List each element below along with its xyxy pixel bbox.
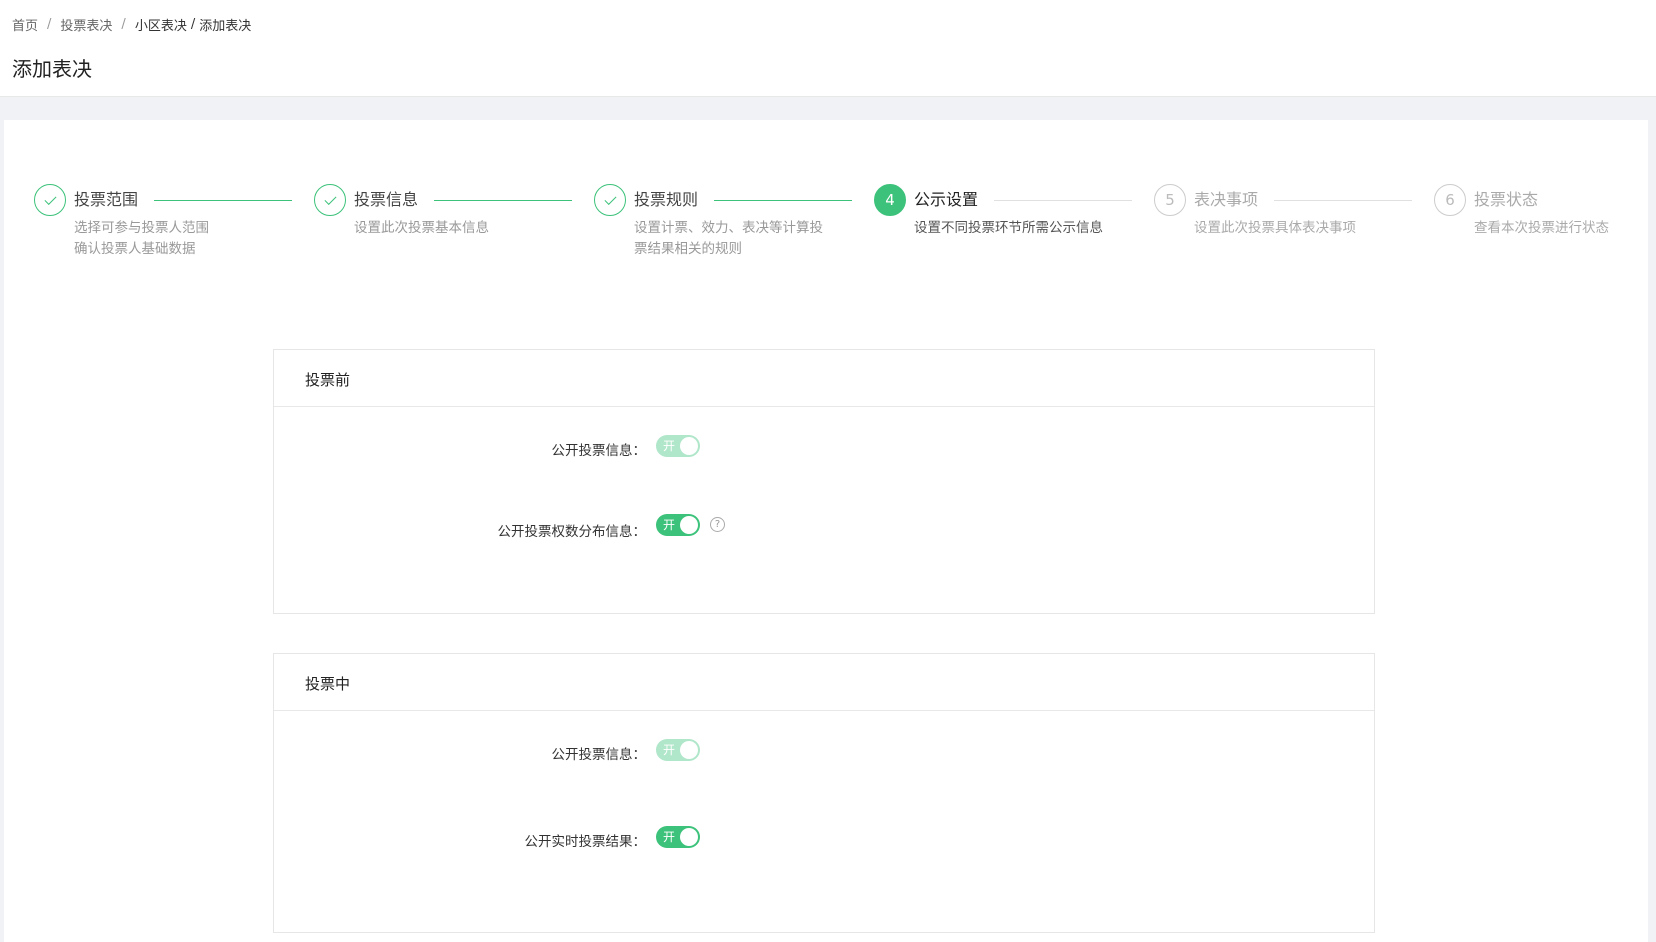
- page-header: 首页 / 投票表决 / 小区表决 / 添加表决 添加表决: [0, 0, 1656, 97]
- step-connector: [1274, 200, 1412, 201]
- step-number-icon: 4: [874, 184, 906, 216]
- form-label: 公开投票权数分布信息：: [497, 524, 647, 540]
- form-label: 公开投票信息：: [551, 443, 647, 459]
- form-row-public-vote-info: 公开投票信息： 开: [274, 737, 1374, 765]
- form-label: 公开投票信息：: [551, 747, 647, 763]
- step-connector: [994, 200, 1132, 201]
- step-description: 设置此次投票具体表决事项: [1194, 220, 1356, 236]
- step-description: 设置此次投票基本信息: [354, 220, 489, 236]
- step-description: 设置不同投票环节所需公示信息: [914, 220, 1103, 236]
- check-icon: [314, 184, 346, 216]
- section-before-voting: 投票前 公开投票信息： 开 公开投票权数分布信息： 开 ?: [273, 349, 1375, 614]
- breadcrumb-separator: /: [47, 17, 52, 32]
- step-description: 查看本次投票进行状态: [1474, 220, 1609, 236]
- form-row-vote-weight-distribution: 公开投票权数分布信息： 开 ?: [274, 512, 1374, 540]
- switch-text: 开: [663, 743, 676, 757]
- breadcrumb-separator: /: [190, 17, 196, 32]
- step-description: 选择可参与投票人范围 确认投票人基础数据: [74, 220, 209, 257]
- switch-knob: [680, 437, 698, 455]
- switch-knob: [680, 828, 698, 846]
- step-number-icon: 6: [1434, 184, 1466, 216]
- section-title: 投票中: [305, 675, 351, 693]
- switch-text: 开: [663, 439, 676, 453]
- step-title: 投票信息: [354, 190, 419, 209]
- step-title: 公示设置: [914, 190, 979, 209]
- section-header: 投票前: [274, 350, 1374, 407]
- step-connector: [154, 200, 292, 201]
- switch-text: 开: [663, 830, 676, 844]
- step-description: 设置计票、效力、表决等计算投 票结果相关的规则: [634, 220, 823, 257]
- section-title: 投票前: [305, 371, 351, 389]
- step-title: 投票范围: [74, 190, 139, 209]
- step-connector: [434, 200, 572, 201]
- check-icon: [34, 184, 66, 216]
- step-connector: [714, 200, 852, 201]
- breadcrumb-current: 添加表决: [199, 19, 252, 34]
- steps-bar: 投票范围 选择可参与投票人范围 确认投票人基础数据 投票信息 设置此次投票基本信息…: [34, 184, 1634, 264]
- help-icon[interactable]: ?: [710, 517, 725, 532]
- step-title: 表决事项: [1194, 190, 1259, 209]
- switch-knob: [680, 741, 698, 759]
- breadcrumb: 首页 / 投票表决 / 小区表决 / 添加表决: [12, 15, 251, 34]
- form-row-public-vote-info: 公开投票信息： 开: [274, 433, 1374, 461]
- step-number-icon: 5: [1154, 184, 1186, 216]
- public-vote-info-switch[interactable]: 开: [656, 435, 700, 457]
- step-title: 投票状态: [1474, 190, 1539, 209]
- section-header: 投票中: [274, 654, 1374, 711]
- breadcrumb-home[interactable]: 首页: [12, 15, 38, 34]
- breadcrumb-separator: /: [121, 17, 126, 32]
- switch-text: 开: [663, 518, 676, 532]
- step-title: 投票规则: [634, 190, 699, 209]
- main-content: 投票范围 选择可参与投票人范围 确认投票人基础数据 投票信息 设置此次投票基本信息…: [4, 120, 1648, 942]
- check-icon: [594, 184, 626, 216]
- form-label: 公开实时投票结果：: [524, 834, 647, 850]
- section-during-voting: 投票中 公开投票信息： 开 公开实时投票结果： 开: [273, 653, 1375, 933]
- form-row-realtime-results: 公开实时投票结果： 开: [274, 824, 1374, 852]
- breadcrumb-community-vote[interactable]: 小区表决: [135, 15, 187, 34]
- switch-knob: [680, 516, 698, 534]
- vote-weight-distribution-switch[interactable]: 开: [656, 514, 700, 536]
- public-vote-info-switch[interactable]: 开: [656, 739, 700, 761]
- breadcrumb-voting[interactable]: 投票表决: [60, 15, 112, 34]
- realtime-results-switch[interactable]: 开: [656, 826, 700, 848]
- page-title: 添加表决: [12, 57, 92, 81]
